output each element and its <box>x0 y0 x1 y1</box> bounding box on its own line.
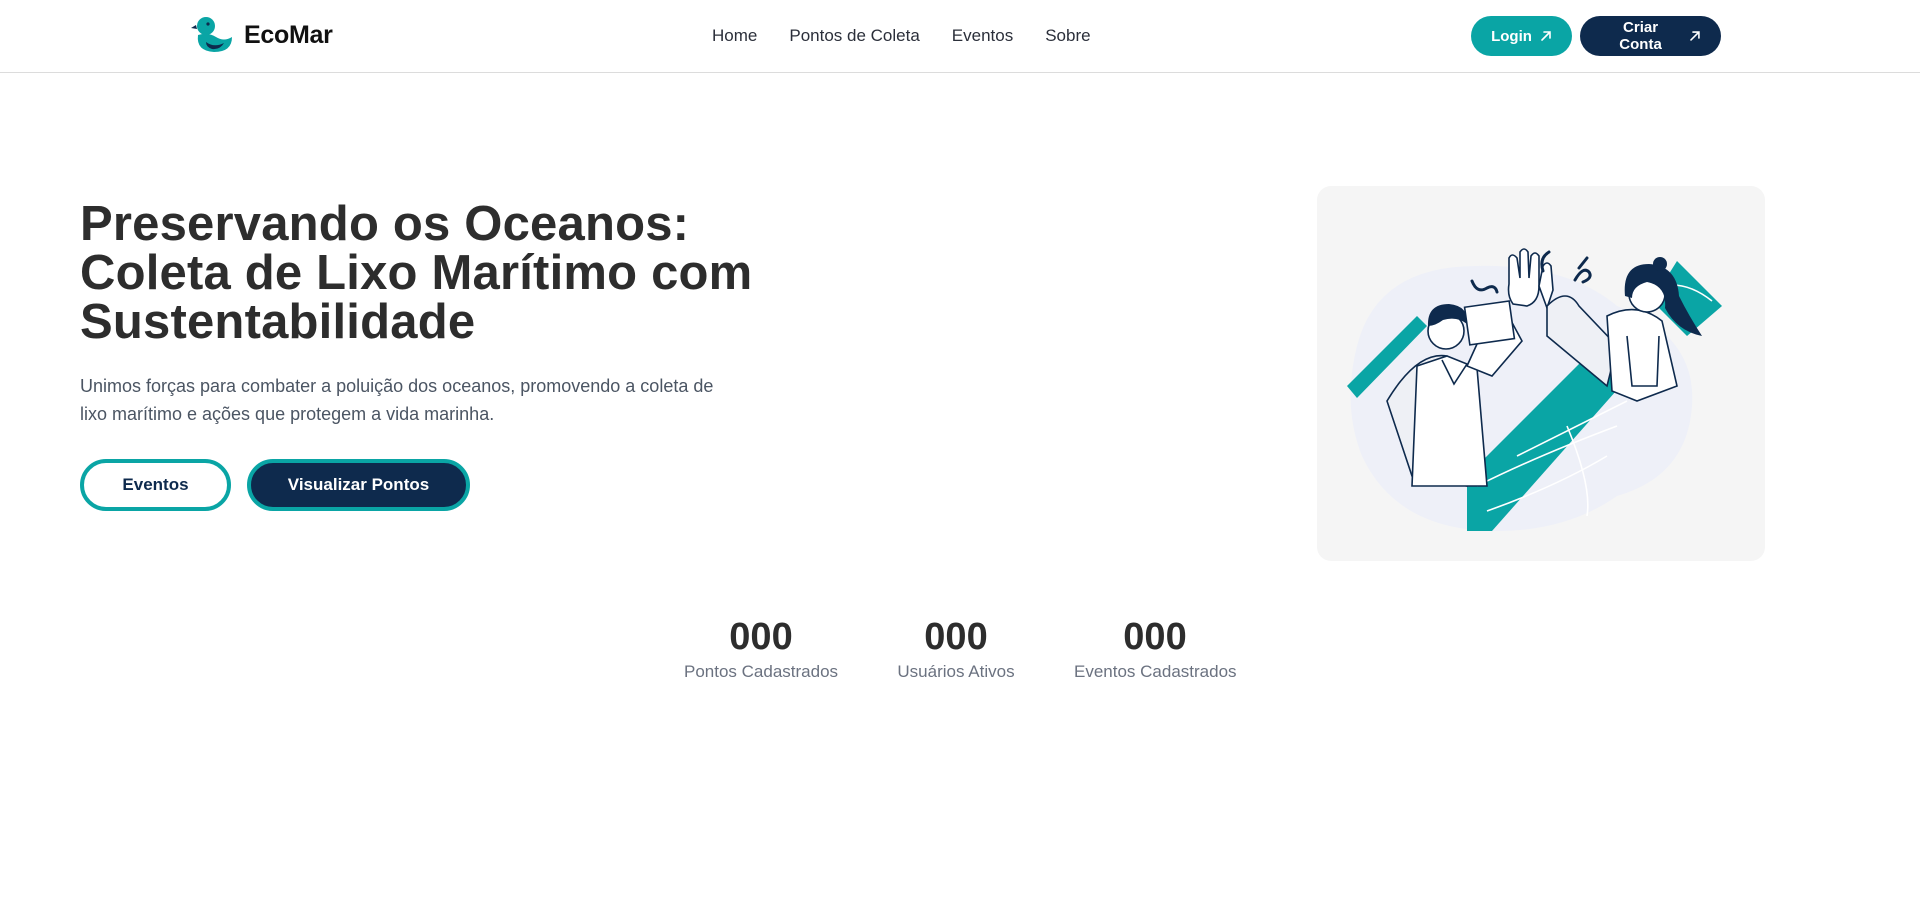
login-label: Login <box>1491 27 1532 45</box>
stat-eventos: 000 Eventos Cadastrados <box>1074 612 1237 681</box>
nav-pontos-de-coleta[interactable]: Pontos de Coleta <box>789 26 919 46</box>
stat-value: 000 <box>1123 616 1187 658</box>
nav-sobre[interactable]: Sobre <box>1045 26 1090 46</box>
signup-button[interactable]: Criar Conta <box>1580 16 1721 56</box>
hero-actions: Eventos Visualizar Pontos <box>80 459 470 511</box>
nav-home[interactable]: Home <box>712 26 757 46</box>
main-nav: Home Pontos de Coleta Eventos Sobre <box>712 26 1091 46</box>
signup-label: Criar Conta <box>1619 19 1662 53</box>
hero-description-line: Unimos forças para combater a poluição d… <box>80 376 714 396</box>
duck-icon <box>191 17 232 52</box>
stat-label: Eventos Cadastrados <box>1074 662 1237 681</box>
events-button[interactable]: Eventos <box>80 459 231 511</box>
arrow-up-right-icon <box>1541 31 1551 41</box>
stat-label: Usuários Ativos <box>897 662 1015 681</box>
stat-pontos: 000 Pontos Cadastrados <box>684 612 838 680</box>
view-points-button[interactable]: Visualizar Pontos <box>247 459 470 511</box>
top-navbar: EcoMar Home Pontos de Coleta Eventos Sob… <box>0 0 1920 73</box>
hero-title-line: Preservando os Oceanos: <box>80 197 690 251</box>
hero-description-line: lixo marítimo e ações que protegem a vid… <box>80 404 495 424</box>
hero-illustration <box>1317 186 1765 561</box>
hero-title: Preservando os Oceanos: Coleta de Lixo M… <box>80 200 840 347</box>
brand-name: EcoMar <box>244 20 333 49</box>
arrow-up-right-icon <box>1690 31 1700 41</box>
stat-usuarios: 000 Usuários Ativos <box>896 612 1016 680</box>
hero-title-line: Sustentabilidade <box>80 295 476 349</box>
header-actions: Login Criar Conta <box>1471 16 1721 56</box>
brand-logo[interactable]: EcoMar <box>190 15 333 55</box>
stat-value: 000 <box>924 616 988 658</box>
hero-title-line: Coleta de Lixo Marítimo com <box>80 246 753 300</box>
nav-eventos[interactable]: Eventos <box>952 26 1013 46</box>
login-button[interactable]: Login <box>1471 16 1572 56</box>
stat-value: 000 <box>729 616 793 658</box>
high-five-illustration <box>1347 248 1722 531</box>
hero-description: Unimos forças para combater a poluição d… <box>80 372 780 428</box>
stat-label: Pontos Cadastrados <box>684 662 839 681</box>
